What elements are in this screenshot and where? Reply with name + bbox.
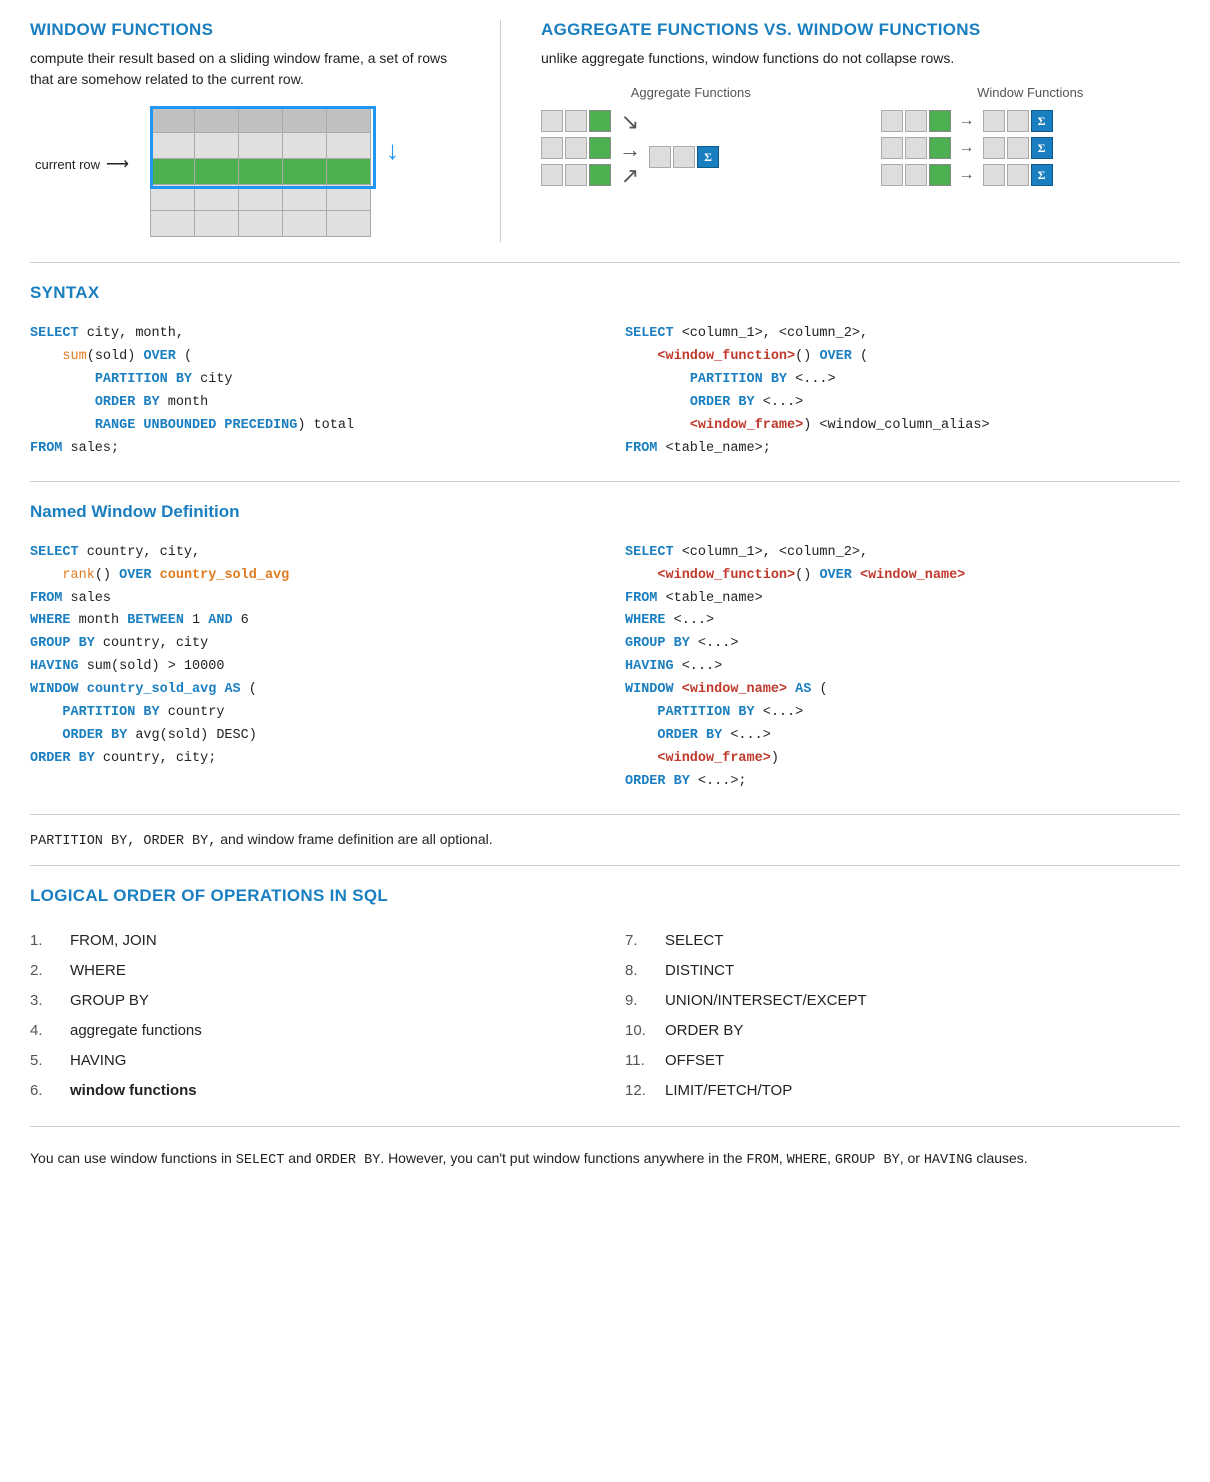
- footer-note: You can use window functions in SELECT a…: [30, 1127, 1180, 1193]
- logical-item-5: 5.HAVING: [30, 1046, 585, 1076]
- logical-item-6: 6.window functions: [30, 1076, 585, 1106]
- win-arrow-2: →: [959, 139, 975, 157]
- syntax-section: SYNTAX SELECT city, month, sum(sold) OVE…: [30, 263, 1180, 482]
- logical-order-section: LOGICAL ORDER OF OPERATIONS IN SQL 1.FRO…: [30, 866, 1180, 1127]
- agg-window-container: Aggregate Functions: [541, 85, 1180, 186]
- win-arrow-1: →: [959, 112, 975, 130]
- logical-item-11: 11.OFFSET: [625, 1046, 1180, 1076]
- grid-row-3-current: [151, 159, 371, 185]
- logical-item-10: 10.ORDER BY: [625, 1016, 1180, 1046]
- optional-note-text: PARTITION BY, ORDER BY,: [30, 834, 216, 849]
- arrow-converge-1: ↘: [621, 111, 639, 133]
- logical-col-1: 1.FROM, JOIN 2.WHERE 3.GROUP BY 4.aggreg…: [30, 926, 585, 1106]
- agg-vs-window-title: AGGREGATE FUNCTIONS VS. WINDOW FUNCTIONS: [541, 20, 1180, 40]
- optional-note-text2: and window frame definition are all opti…: [216, 831, 492, 847]
- arrow-converge-2: →: [619, 139, 641, 161]
- named-window-example-2: SELECT <column_1>, <column_2>, <window_f…: [625, 542, 1180, 794]
- logical-list-1: 1.FROM, JOIN 2.WHERE 3.GROUP BY 4.aggreg…: [30, 926, 585, 1106]
- aggregate-diagram: Aggregate Functions: [541, 85, 841, 186]
- window-diagram: current row ⟶: [150, 106, 470, 242]
- syntax-example-2: SELECT <column_1>, <column_2>, <window_f…: [625, 323, 1180, 461]
- syntax-example-1: SELECT city, month, sum(sold) OVER ( PAR…: [30, 323, 585, 461]
- agg-vs-window-desc: unlike aggregate functions, window funct…: [541, 48, 1180, 69]
- window-grid-table: [150, 106, 371, 237]
- named-window-section: Named Window Definition SELECT country, …: [30, 482, 1180, 815]
- aggregate-label: Aggregate Functions: [541, 85, 841, 100]
- current-row-text: current row: [35, 157, 100, 172]
- current-row-label: current row ⟶: [35, 154, 129, 174]
- named-window-columns: SELECT country, city, rank() OVER countr…: [30, 542, 1180, 794]
- logical-col-2: 7.SELECT 8.DISTINCT 9.UNION/INTERSECT/EX…: [625, 926, 1180, 1106]
- syntax-code-1: SELECT city, month, sum(sold) OVER ( PAR…: [30, 323, 585, 461]
- window-functions-diagram: Window Functions → Σ: [881, 85, 1181, 186]
- logical-item-3: 3.GROUP BY: [30, 986, 585, 1016]
- window-functions-desc: compute their result based on a sliding …: [30, 48, 470, 90]
- grid-row-5: [151, 211, 371, 237]
- syntax-title: SYNTAX: [30, 283, 1180, 303]
- named-window-code-2: SELECT <column_1>, <column_2>, <window_f…: [625, 542, 1180, 794]
- down-arrow-icon: ↓: [386, 136, 399, 166]
- named-window-example-1: SELECT country, city, rank() OVER countr…: [30, 542, 585, 794]
- footer-text-1: You can use window functions in SELECT a…: [30, 1150, 1028, 1166]
- grid-row-2: [151, 133, 371, 159]
- named-window-title: Named Window Definition: [30, 502, 1180, 522]
- grid-row-4: [151, 185, 371, 211]
- right-arrow-icon: ⟶: [106, 154, 129, 174]
- logical-list-2: 7.SELECT 8.DISTINCT 9.UNION/INTERSECT/EX…: [625, 926, 1180, 1106]
- logical-item-7: 7.SELECT: [625, 926, 1180, 956]
- win-arrow-3: →: [959, 166, 975, 184]
- logical-order-columns: 1.FROM, JOIN 2.WHERE 3.GROUP BY 4.aggreg…: [30, 926, 1180, 1106]
- window-functions-title: WINDOW FUNCTIONS: [30, 20, 470, 40]
- logical-order-title: LOGICAL ORDER OF OPERATIONS IN SQL: [30, 886, 1180, 906]
- logical-item-12: 12.LIMIT/FETCH/TOP: [625, 1076, 1180, 1106]
- syntax-code-2: SELECT <column_1>, <column_2>, <window_f…: [625, 323, 1180, 461]
- logical-item-8: 8.DISTINCT: [625, 956, 1180, 986]
- named-window-code-1: SELECT country, city, rank() OVER countr…: [30, 542, 585, 771]
- arrow-converge-3: ↗: [621, 165, 639, 187]
- logical-item-4: 4.aggregate functions: [30, 1016, 585, 1046]
- logical-item-2: 2.WHERE: [30, 956, 585, 986]
- logical-item-9: 9.UNION/INTERSECT/EXCEPT: [625, 986, 1180, 1016]
- window-label: Window Functions: [881, 85, 1181, 100]
- logical-item-1: 1.FROM, JOIN: [30, 926, 585, 956]
- grid-row-1: [151, 107, 371, 133]
- syntax-columns: SELECT city, month, sum(sold) OVER ( PAR…: [30, 323, 1180, 461]
- optional-note: PARTITION BY, ORDER BY, and window frame…: [30, 815, 1180, 866]
